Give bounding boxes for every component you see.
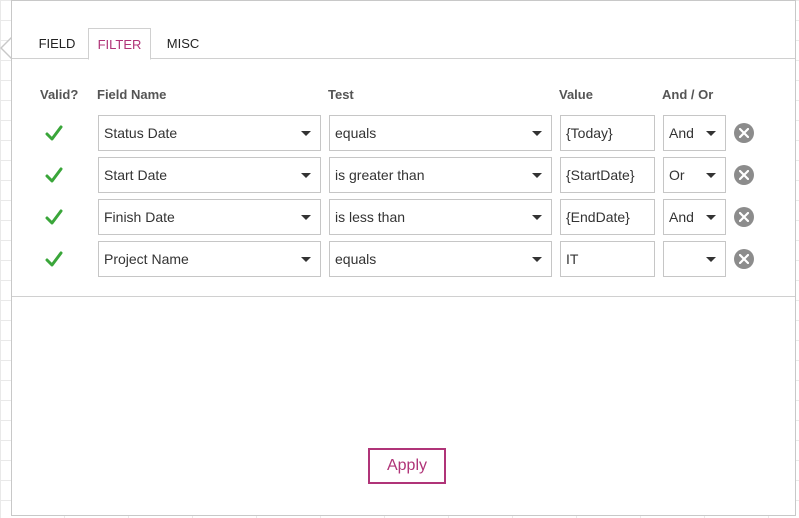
and-or-value: And [669,209,694,225]
column-header-and-or: And / Or [662,87,714,102]
and-or-select[interactable]: Or [663,157,726,193]
tab-bar: FIELD FILTER MISC [12,28,795,60]
tab-misc[interactable]: MISC [158,28,208,59]
test-select[interactable]: equals [329,241,552,277]
check-icon [45,125,63,141]
tab-field[interactable]: FIELD [32,28,82,59]
field-name-select[interactable]: Start Date [98,157,321,193]
value-input[interactable]: {EndDate} [560,199,655,235]
remove-row-button[interactable] [734,207,754,227]
close-icon [739,212,749,222]
field-name-select[interactable]: Project Name [98,241,321,277]
chevron-down-icon [532,131,542,136]
and-or-value: And [669,125,694,141]
field-name-value: Status Date [104,125,178,141]
chevron-down-icon [532,215,542,220]
chevron-down-icon [706,215,716,220]
test-select[interactable]: equals [329,115,552,151]
test-value: is greater than [335,167,425,183]
and-or-select[interactable]: And [663,199,726,235]
chevron-down-icon [301,173,311,178]
filter-row: Start Date is greater than {StartDate} O… [12,157,795,193]
column-header-valid: Valid? [40,87,79,102]
filter-row: Status Date equals {Today} And [12,115,795,151]
filter-row: Finish Date is less than {EndDate} And [12,199,795,235]
test-value: is less than [335,209,406,225]
field-name-value: Project Name [104,251,189,267]
chevron-down-icon [706,131,716,136]
test-select[interactable]: is less than [329,199,552,235]
remove-row-button[interactable] [734,165,754,185]
test-value: equals [335,251,377,267]
chevron-down-icon [532,173,542,178]
remove-row-button[interactable] [734,249,754,269]
and-or-select[interactable] [663,241,726,277]
close-icon [739,254,749,264]
section-divider [12,296,795,297]
field-name-select[interactable]: Status Date [98,115,321,151]
value-input[interactable]: {StartDate} [560,157,655,193]
test-select[interactable]: is greater than [329,157,552,193]
chevron-down-icon [706,257,716,262]
chevron-down-icon [301,257,311,262]
column-header-test: Test [328,87,354,102]
chevron-down-icon [532,257,542,262]
filter-row: Project Name equals IT [12,241,795,277]
check-icon [45,251,63,267]
value-input[interactable]: {Today} [560,115,655,151]
chevron-down-icon [706,173,716,178]
test-value: equals [335,125,377,141]
value-input[interactable]: IT [560,241,655,277]
remove-row-button[interactable] [734,123,754,143]
chevron-down-icon [301,131,311,136]
field-name-value: Finish Date [104,209,175,225]
column-header-value: Value [559,87,593,102]
and-or-select[interactable]: And [663,115,726,151]
check-icon [45,209,63,225]
chevron-down-icon [301,215,311,220]
and-or-value: Or [669,167,685,183]
close-icon [739,170,749,180]
check-icon [45,167,63,183]
tab-filter[interactable]: FILTER [88,28,151,60]
column-header-field-name: Field Name [97,87,167,102]
field-name-select[interactable]: Finish Date [98,199,321,235]
apply-button[interactable]: Apply [368,448,446,484]
filter-panel: FIELD FILTER MISC Valid? Field Name Test… [11,0,796,516]
close-icon [739,128,749,138]
field-name-value: Start Date [104,167,168,183]
